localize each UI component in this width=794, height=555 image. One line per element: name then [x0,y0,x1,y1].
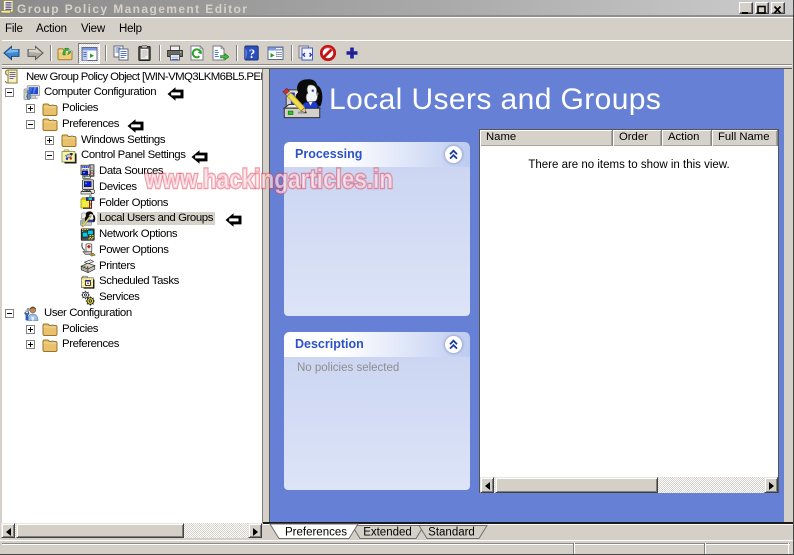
svg-text:?: ? [249,47,255,61]
svg-text:Standard: Standard [428,527,475,539]
svg-text:Preferences: Preferences [285,527,347,539]
svg-text:Extended: Extended [363,527,412,539]
svg-text:www.hackingarticles.in: www.hackingarticles.in [144,164,393,194]
